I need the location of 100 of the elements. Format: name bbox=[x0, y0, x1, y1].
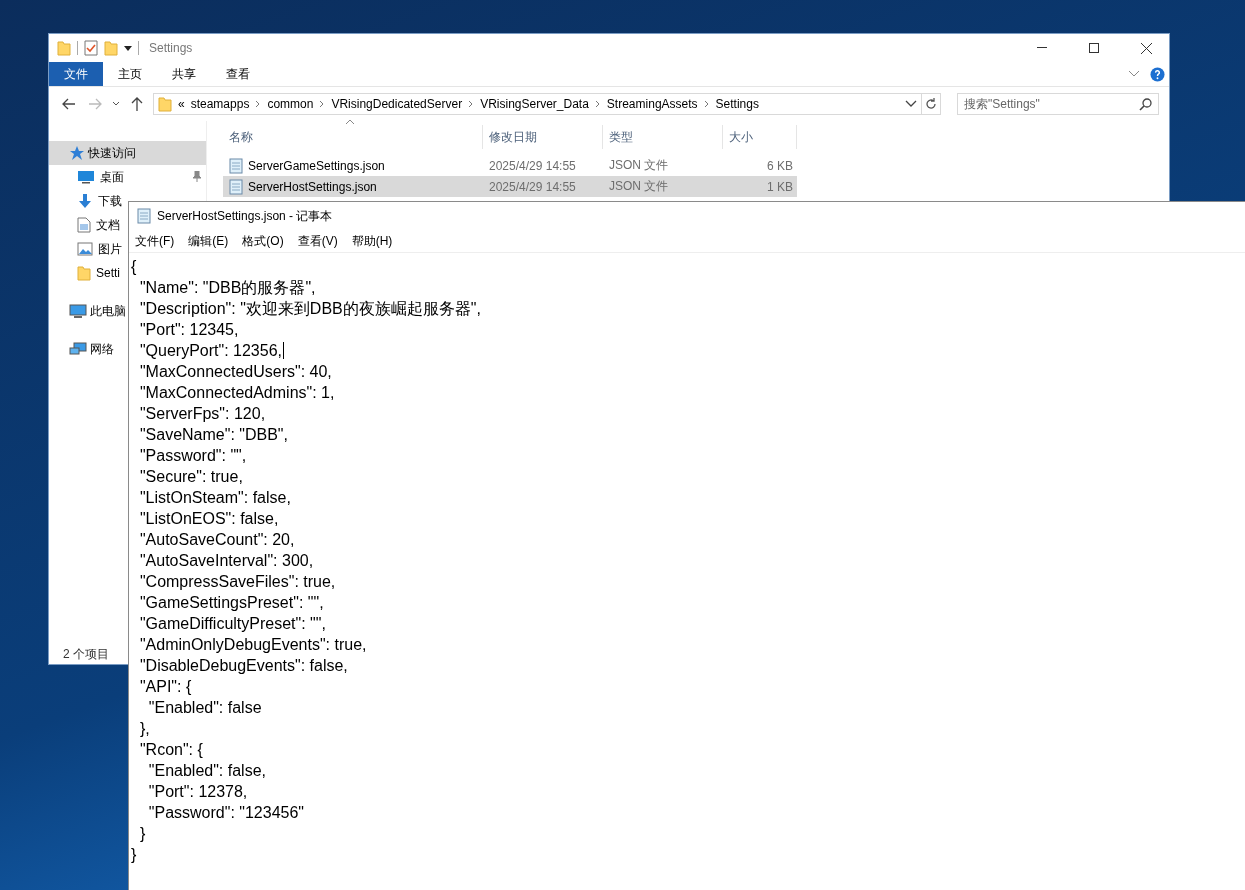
help-icon[interactable] bbox=[1150, 66, 1165, 82]
ribbon-tab[interactable]: 文件 bbox=[49, 62, 103, 86]
dropdown-icon[interactable] bbox=[905, 100, 917, 108]
new-folder-icon bbox=[104, 40, 118, 56]
sort-ascending-icon bbox=[345, 119, 355, 125]
ribbon-tab[interactable]: 主页 bbox=[103, 62, 157, 86]
text-line: "MaxConnectedAdmins": 1, bbox=[138, 383, 335, 403]
download-arrow-icon bbox=[77, 193, 93, 209]
refresh-icon[interactable] bbox=[925, 98, 937, 110]
menu-item[interactable]: 帮助(H) bbox=[351, 232, 393, 250]
menu-item[interactable]: 查看(V) bbox=[297, 232, 338, 250]
nav-item[interactable]: 快速访问 bbox=[49, 141, 206, 165]
nav-item[interactable]: Setti bbox=[49, 261, 122, 285]
document-icon bbox=[77, 217, 91, 233]
text-line: }, bbox=[138, 719, 150, 739]
notepad-file-icon bbox=[229, 157, 243, 174]
maximize-icon[interactable] bbox=[1089, 43, 1099, 53]
text-line: "MaxConnectedUsers": 40, bbox=[138, 362, 332, 382]
text-line: "AdminOnlyDebugEvents": true, bbox=[138, 635, 367, 655]
text-line: } bbox=[138, 824, 146, 844]
back-arrow-icon[interactable] bbox=[62, 98, 76, 110]
window-title: ServerHostSettings.json - 记事本 bbox=[157, 207, 333, 225]
text-line: { bbox=[131, 257, 137, 277]
pin-icon[interactable] bbox=[192, 171, 202, 182]
file-name: ServerGameSettings.json bbox=[248, 158, 385, 173]
network-icon bbox=[69, 341, 87, 357]
nav-item[interactable]: 文档 bbox=[49, 213, 122, 237]
search-field[interactable]: 搜索"Settings" bbox=[957, 93, 1159, 115]
address-bar[interactable]: « steamapps common VRisingDedicatedServer VRisingServer_Data StreamingAssets Settings bbox=[153, 93, 941, 115]
text-line: "GameDifficultyPreset": "", bbox=[138, 614, 326, 634]
text-line: "Name": "DBB的服务器", bbox=[138, 278, 316, 298]
text-line: "AutoSaveCount": 20, bbox=[138, 530, 295, 550]
text-line: "CompressSaveFiles": true, bbox=[138, 572, 336, 592]
text-line: "API": { bbox=[138, 677, 192, 697]
nav-item[interactable]: 网络 bbox=[49, 337, 114, 361]
text-line: "QueryPort": 12356, bbox=[131, 342, 284, 359]
ribbon-tab[interactable]: 查看 bbox=[211, 62, 265, 86]
text-line: "Port": 12378, bbox=[147, 782, 248, 802]
computer-icon bbox=[69, 303, 87, 319]
notepad-file-icon bbox=[229, 178, 243, 195]
folder-icon bbox=[77, 265, 91, 281]
breadcrumb[interactable]: common bbox=[267, 97, 314, 111]
column-header[interactable]: 类型 bbox=[603, 125, 723, 149]
close-icon[interactable] bbox=[1140, 42, 1152, 54]
menu-item[interactable]: 编辑(E) bbox=[188, 232, 229, 250]
text-line: "ListOnEOS": false, bbox=[138, 509, 279, 529]
overflow-chevron[interactable]: « bbox=[178, 97, 185, 111]
text-line: "DisableDebugEvents": false, bbox=[138, 656, 348, 676]
text-line: } bbox=[131, 845, 137, 865]
chevron-icon[interactable] bbox=[468, 100, 475, 108]
breadcrumb[interactable]: StreamingAssets bbox=[606, 97, 698, 111]
chevron-icon[interactable] bbox=[319, 100, 326, 108]
notepad-file-icon bbox=[137, 208, 151, 224]
breadcrumb[interactable]: VRisingServer_Data bbox=[480, 97, 589, 111]
text-line: "Enabled": false, bbox=[147, 761, 266, 781]
text-line: "Rcon": { bbox=[138, 740, 203, 760]
nav-item[interactable]: 桌面 bbox=[49, 165, 206, 189]
text-line: "ListOnSteam": false, bbox=[138, 488, 291, 508]
column-header[interactable]: 修改日期 bbox=[483, 125, 603, 149]
dropdown-caret-icon[interactable] bbox=[124, 44, 132, 52]
image-icon bbox=[77, 242, 93, 256]
menu-item[interactable]: 格式(O) bbox=[242, 232, 284, 250]
file-type: JSON 文件 bbox=[608, 157, 670, 174]
column-header[interactable]: 大小 bbox=[723, 125, 797, 149]
column-header[interactable]: 名称 bbox=[223, 125, 483, 149]
text-line: "ServerFps": 120, bbox=[138, 404, 266, 424]
breadcrumb[interactable]: steamapps bbox=[190, 97, 250, 111]
minimize-icon[interactable] bbox=[1037, 47, 1047, 49]
nav-item[interactable]: 下载 bbox=[49, 189, 124, 213]
nav-item[interactable]: 此电脑 bbox=[49, 299, 126, 323]
text-line: "Port": 12345, bbox=[138, 320, 239, 340]
modified-date: 2025/4/29 14:55 bbox=[488, 158, 577, 173]
quick-access-folder-icon bbox=[57, 40, 71, 56]
modified-date: 2025/4/29 14:55 bbox=[488, 179, 577, 194]
window-title: Settings bbox=[149, 41, 194, 55]
ribbon-tab[interactable]: 共享 bbox=[157, 62, 211, 86]
expand-ribbon-icon[interactable] bbox=[1128, 70, 1140, 78]
chevron-icon[interactable] bbox=[255, 100, 262, 108]
nav-item[interactable]: 图片 bbox=[49, 237, 124, 261]
text-line: "AutoSaveInterval": 300, bbox=[138, 551, 314, 571]
chevron-icon[interactable] bbox=[594, 100, 601, 108]
breadcrumb[interactable]: Settings bbox=[715, 97, 759, 111]
caret-icon[interactable] bbox=[112, 101, 120, 107]
file-size: 6 KB bbox=[766, 158, 794, 173]
file-row[interactable]: ServerGameSettings.json 2025/4/29 14:55 JSON 文件 6 KB bbox=[223, 155, 797, 176]
text-line: "Description": "欢迎来到DBB的夜族崛起服务器", bbox=[138, 299, 481, 319]
text-line: "Secure": true, bbox=[138, 467, 243, 487]
file-row[interactable]: ServerHostSettings.json 2025/4/29 14:55 JSON 文件 1 KB bbox=[223, 176, 797, 197]
text-line: "Enabled": false bbox=[147, 698, 262, 718]
search-icon bbox=[1139, 98, 1152, 111]
file-name: ServerHostSettings.json bbox=[248, 179, 377, 194]
breadcrumb[interactable]: VRisingDedicatedServer bbox=[331, 97, 463, 111]
menu-item[interactable]: 文件(F) bbox=[135, 232, 175, 250]
checklist-icon[interactable] bbox=[84, 40, 98, 56]
text-line: "Password": "", bbox=[138, 446, 247, 466]
monitor-icon bbox=[77, 170, 95, 184]
file-size: 1 KB bbox=[766, 179, 794, 194]
chevron-icon[interactable] bbox=[703, 100, 710, 108]
star-icon bbox=[69, 145, 85, 161]
address-folder-icon bbox=[158, 96, 172, 112]
